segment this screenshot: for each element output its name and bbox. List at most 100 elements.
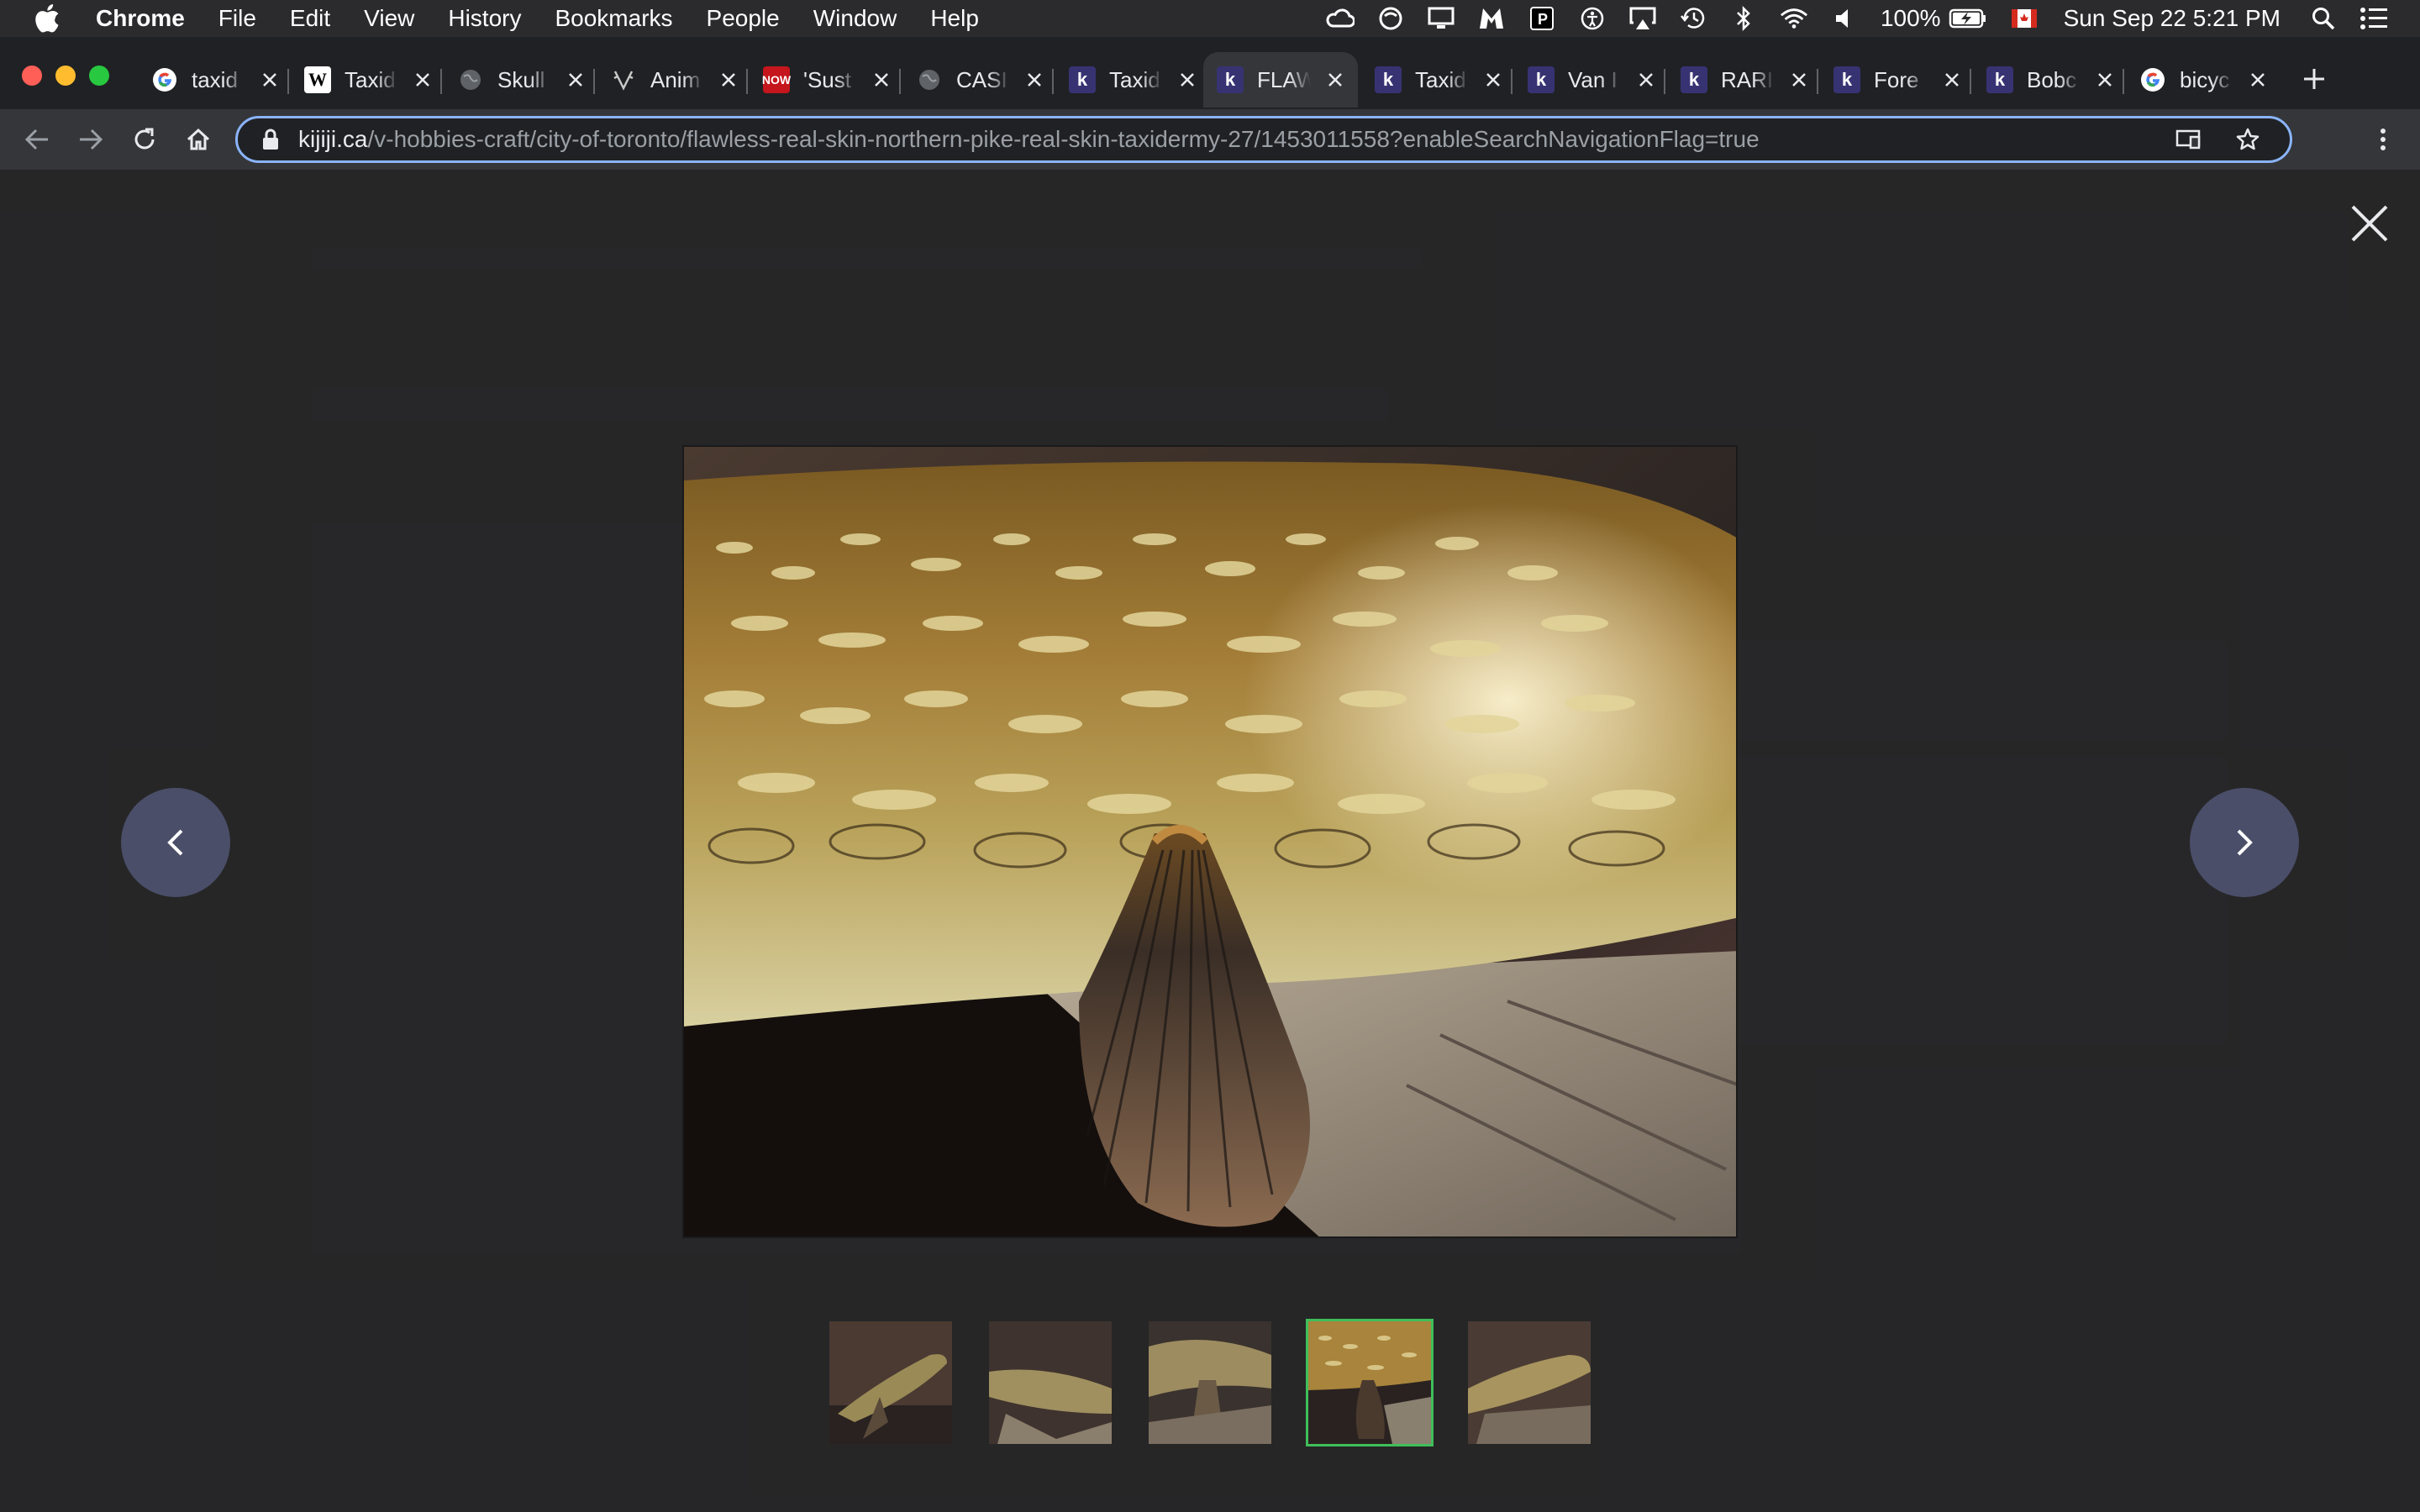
bluetooth-icon[interactable] — [1729, 4, 1758, 33]
kijiji-icon: k — [1681, 66, 1707, 93]
canada-flag-icon[interactable] — [2010, 4, 2039, 33]
tab-title: taxid — [192, 66, 238, 92]
gallery-thumbnail[interactable] — [1465, 1319, 1593, 1446]
gallery-main-image[interactable] — [682, 445, 1738, 1238]
volume-icon[interactable] — [1830, 4, 1859, 33]
gallery-thumbnail[interactable] — [827, 1319, 955, 1446]
menu-history[interactable]: History — [448, 5, 521, 32]
tab-divider — [2123, 69, 2124, 94]
new-tab-plus-icon[interactable] — [2296, 60, 2333, 97]
menu-view[interactable]: View — [364, 5, 414, 32]
browser-tab[interactable]: CASI — [902, 52, 1045, 108]
browser-tab[interactable]: Skull — [444, 52, 587, 108]
tab-close-icon[interactable] — [1941, 69, 1963, 91]
home-icon[interactable] — [180, 121, 217, 158]
address-url[interactable]: kijiji.ca/v-hobbies-craft/city-of-toront… — [298, 126, 2172, 153]
tab-title: Taxid — [1109, 66, 1160, 92]
spotlight-search-icon[interactable] — [2309, 4, 2338, 33]
battery-charging-icon[interactable] — [1948, 4, 1988, 33]
gallery-thumbnail[interactable] — [1146, 1319, 1274, 1446]
back-arrow-icon[interactable] — [18, 121, 55, 158]
kijiji-icon: k — [1986, 66, 2013, 93]
tab-close-icon[interactable] — [718, 69, 739, 91]
tab-close-icon[interactable] — [1324, 69, 1346, 91]
tab-title: FLAW — [1257, 66, 1311, 92]
display-icon[interactable] — [1427, 4, 1455, 33]
browser-tab[interactable]: k Van I — [1514, 52, 1657, 108]
tab-title: 'Sust — [803, 66, 851, 92]
browser-tab[interactable]: k Taxid — [1361, 52, 1504, 108]
browser-tab[interactable]: k Fore — [1820, 52, 1963, 108]
gallery-thumbnail[interactable] — [986, 1319, 1114, 1446]
browser-toolbar: kijiji.ca/v-hobbies-craft/city-of-toront… — [0, 109, 2420, 170]
browser-tab[interactable]: k Bobc — [1973, 52, 2116, 108]
previous-image-button[interactable] — [121, 788, 230, 897]
tab-close-icon[interactable] — [1482, 69, 1504, 91]
kijiji-icon: k — [1217, 66, 1244, 93]
gallery-thumbnail-selected[interactable] — [1306, 1319, 1434, 1446]
tab-close-icon[interactable] — [1635, 69, 1657, 91]
apple-menu-icon[interactable] — [32, 3, 62, 34]
tab-title: Taxid — [1415, 66, 1466, 92]
airplay-icon[interactable] — [1628, 4, 1657, 33]
tab-close-icon[interactable] — [412, 69, 434, 91]
creative-cloud-icon[interactable] — [1326, 4, 1355, 33]
window-minimize-button[interactable] — [55, 66, 76, 86]
tab-close-icon[interactable] — [565, 69, 587, 91]
browser-tab[interactable]: NOW 'Sust — [750, 52, 892, 108]
tab-title: Taxid — [345, 66, 396, 92]
tab-close-icon[interactable] — [1788, 69, 1810, 91]
malwarebytes-icon[interactable] — [1477, 4, 1506, 33]
browser-tab[interactable]: Anim — [597, 52, 739, 108]
tab-divider — [1052, 69, 1054, 94]
notification-center-icon[interactable] — [2360, 4, 2388, 33]
reload-icon[interactable] — [126, 121, 163, 158]
bookmark-star-icon[interactable] — [2231, 123, 2265, 156]
tab-close-icon[interactable] — [2247, 69, 2269, 91]
menubar-clock[interactable]: Sun Sep 22 5:21 PM — [2064, 5, 2281, 32]
menu-window[interactable]: Window — [813, 5, 897, 32]
menu-bookmarks[interactable]: Bookmarks — [555, 5, 672, 32]
browser-tab[interactable]: taxid — [138, 52, 281, 108]
kijiji-icon: k — [1069, 66, 1096, 93]
browser-tab[interactable]: bicyc — [2126, 52, 2269, 108]
menu-file[interactable]: File — [218, 5, 256, 32]
tab-close-icon[interactable] — [871, 69, 892, 91]
menu-people[interactable]: People — [707, 5, 780, 32]
forward-arrow-icon[interactable] — [72, 121, 109, 158]
browser-tab[interactable]: k Taxid — [1055, 52, 1198, 108]
tab-divider — [746, 69, 748, 94]
tab-close-icon[interactable] — [1023, 69, 1045, 91]
menu-app-name[interactable]: Chrome — [96, 5, 185, 32]
chrome-menu-kebab-icon[interactable] — [2365, 121, 2402, 158]
tab-divider — [899, 69, 901, 94]
battery-percent: 100% — [1880, 5, 1941, 31]
sync-circle-icon[interactable] — [1376, 4, 1405, 33]
address-bar[interactable]: kijiji.ca/v-hobbies-craft/city-of-toront… — [235, 116, 2292, 163]
macos-menu-bar: Chrome File Edit View History Bookmarks … — [0, 0, 2420, 37]
tab-close-icon[interactable] — [2094, 69, 2116, 91]
p-app-icon[interactable]: P — [1528, 4, 1556, 33]
accessibility-icon[interactable] — [1578, 4, 1607, 33]
tab-title: Bobc — [2027, 66, 2077, 92]
cast-icon[interactable] — [2172, 123, 2206, 156]
browser-tab[interactable]: k RARI — [1667, 52, 1810, 108]
gallery-thumbnail-strip — [827, 1319, 1593, 1446]
wifi-icon[interactable] — [1780, 4, 1808, 33]
tab-close-icon[interactable] — [259, 69, 281, 91]
tab-divider — [287, 69, 289, 94]
window-zoom-button[interactable] — [89, 66, 109, 86]
window-close-button[interactable] — [22, 66, 42, 86]
tab-divider — [1511, 69, 1512, 94]
lock-icon[interactable] — [261, 128, 281, 151]
close-lightbox-icon[interactable] — [2349, 203, 2390, 244]
next-image-button[interactable] — [2190, 788, 2299, 897]
tab-close-icon[interactable] — [1176, 69, 1198, 91]
browser-tab[interactable]: W Taxid — [291, 52, 434, 108]
menu-help[interactable]: Help — [930, 5, 979, 32]
browser-tab-active[interactable]: k FLAW — [1203, 52, 1358, 108]
now-icon: NOW — [762, 66, 791, 93]
svg-text:P: P — [1538, 11, 1548, 28]
menu-edit[interactable]: Edit — [290, 5, 330, 32]
time-machine-icon[interactable] — [1679, 4, 1707, 33]
